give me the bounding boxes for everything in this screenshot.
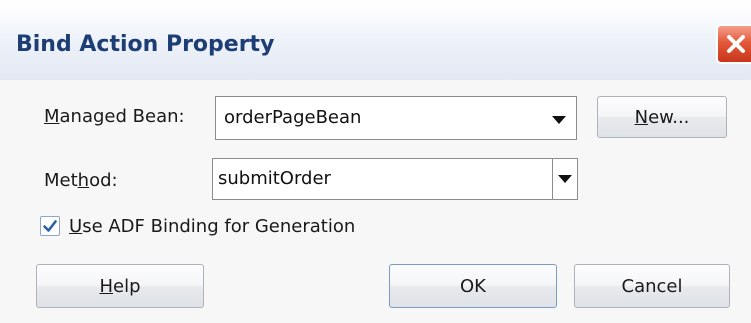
method-value: submitOrder xyxy=(218,168,331,189)
managed-bean-label: Managed Bean: xyxy=(44,106,185,127)
dialog-title: Bind Action Property xyxy=(16,32,275,57)
checkmark-icon xyxy=(43,220,57,232)
method-mnemonic: h xyxy=(77,170,90,191)
new-button[interactable]: New... xyxy=(597,96,727,138)
method-label-pre: Met xyxy=(44,170,78,191)
title-bar[interactable]: Bind Action Property xyxy=(0,0,751,80)
ok-button[interactable]: OK xyxy=(389,264,557,308)
close-button[interactable] xyxy=(716,24,751,64)
cancel-button[interactable]: Cancel xyxy=(574,264,730,308)
chevron-down-icon xyxy=(552,116,566,124)
managed-bean-label-text: anaged Bean: xyxy=(59,106,185,127)
cancel-label: Cancel xyxy=(621,275,683,297)
managed-bean-value: orderPageBean xyxy=(224,107,362,128)
managed-bean-select[interactable]: orderPageBean xyxy=(215,96,577,140)
help-mnemonic: H xyxy=(99,275,114,297)
new-button-label: ew... xyxy=(648,106,690,128)
adf-binding-label[interactable]: Use ADF Binding for Generation xyxy=(69,216,355,237)
managed-bean-mnemonic: M xyxy=(44,106,60,127)
new-button-mnemonic: N xyxy=(634,106,649,128)
adf-binding-checkbox[interactable] xyxy=(40,216,60,236)
method-dropdown-button[interactable] xyxy=(552,159,577,199)
help-label: elp xyxy=(113,275,141,297)
bind-action-property-dialog: Bind Action Property Managed Bean: order… xyxy=(0,0,751,323)
method-label-post: od: xyxy=(89,170,118,191)
chevron-down-icon xyxy=(558,175,572,183)
method-combobox[interactable]: submitOrder xyxy=(212,158,578,200)
close-icon xyxy=(727,35,745,53)
method-label: Method: xyxy=(44,170,118,191)
help-button[interactable]: Help xyxy=(36,264,204,308)
adf-binding-mnemonic: U xyxy=(69,216,83,237)
ok-label: OK xyxy=(460,275,486,297)
adf-binding-label-text: se ADF Binding for Generation xyxy=(82,216,356,237)
